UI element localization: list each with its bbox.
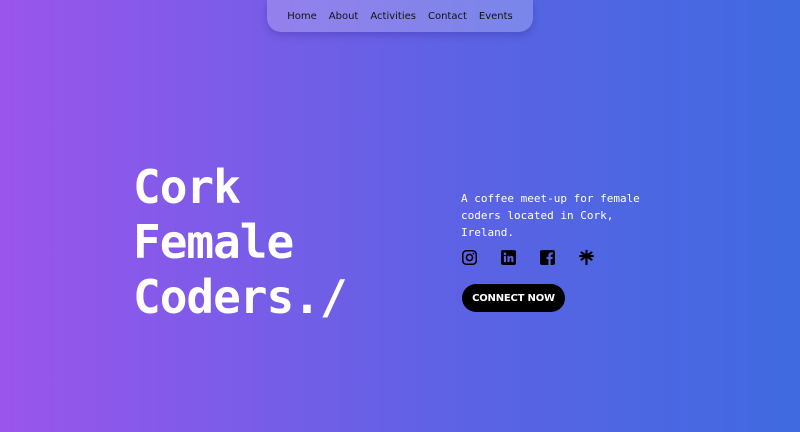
linkedin-icon: [501, 250, 516, 265]
hero-title-line-1: Cork: [133, 160, 241, 214]
linkedin-link[interactable]: [500, 249, 517, 266]
instagram-link[interactable]: [461, 249, 478, 266]
nav-link-contact[interactable]: Contact: [428, 11, 467, 22]
social-links: [461, 249, 595, 266]
top-navbar: Home About Activities Contact Events: [267, 0, 533, 32]
linktree-link[interactable]: [578, 249, 595, 266]
hero-title: Cork Female Coders./: [133, 160, 348, 325]
linktree-icon: [579, 249, 594, 265]
nav-link-activities[interactable]: Activities: [370, 11, 416, 22]
instagram-icon: [461, 249, 478, 266]
hero-title-line-2: Female: [133, 215, 294, 269]
nav-link-home[interactable]: Home: [287, 11, 317, 22]
hero-title-line-3: Coders./: [133, 270, 348, 324]
connect-now-button[interactable]: CONNECT NOW: [462, 284, 565, 312]
nav-link-about[interactable]: About: [329, 11, 359, 22]
hero-tagline: A coffee meet-up for female coders locat…: [461, 192, 640, 239]
nav-link-events[interactable]: Events: [479, 11, 513, 22]
facebook-link[interactable]: [539, 249, 556, 266]
facebook-icon: [540, 250, 555, 265]
